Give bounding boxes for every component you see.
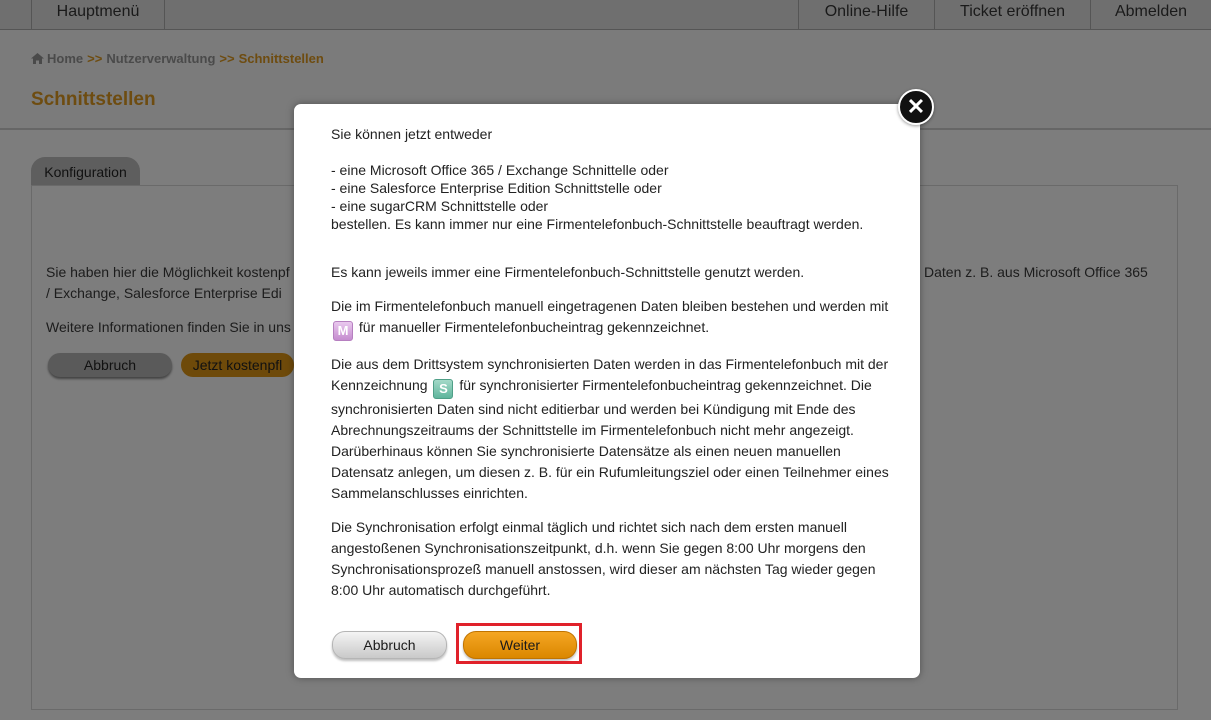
top-navigation-bar: Hauptmenü Online-Hilfe Ticket eröffnen A… [0,0,1211,30]
sync-entries-paragraph: Die aus dem Drittsystem synchronisierten… [331,354,891,504]
breadcrumb-users[interactable]: Nutzerverwaltung [106,51,215,66]
interface-order-dialog: Sie können jetzt entweder - eine Microso… [294,104,920,678]
next-button-highlight [456,623,582,664]
home-icon [31,53,44,64]
logout-link[interactable]: Abmelden [1090,0,1211,29]
breadcrumb-current: Schnittstellen [238,51,324,66]
option-list-item: - eine sugarCRM Schnittstelle oder [331,198,549,214]
breadcrumb-separator: >> [87,51,103,66]
info-text-line: Weitere Informationen finden Sie in uns [46,319,291,335]
manual-entries-paragraph: Die im Firmentelefonbuch manuell eingetr… [331,296,891,341]
manual-entry-badge-icon: M [333,321,353,341]
intro-text-line: / Exchange, Salesforce Enterprise Edi [46,285,282,301]
option-list-item: - eine Microsoft Office 365 / Exchange S… [331,162,669,178]
sync-entry-badge-icon: S [433,379,454,399]
breadcrumb: Home >> Nutzerverwaltung >> Schnittstellen [31,51,324,66]
cancel-button[interactable]: Abbruch [332,631,447,659]
option-list-item: - eine Salesforce Enterprise Edition Sch… [331,180,662,196]
sync-schedule-paragraph: Die Synchronisation erfolgt einmal tägli… [331,519,876,598]
main-menu-link[interactable]: Hauptmenü [31,0,165,29]
cancel-button-background[interactable]: Abbruch [48,353,172,377]
intro-text-line: Sie haben hier die Möglichkeit kostenpf [46,264,290,280]
single-interface-note: Es kann jeweils immer eine Firmentelefon… [331,264,805,280]
dialog-content: Sie können jetzt entweder - eine Microso… [331,124,891,601]
dialog-intro: Sie können jetzt entweder [331,126,493,142]
intro-text-line: Daten z. B. aus Microsoft Office 365 [924,264,1148,280]
order-button-background[interactable]: Jetzt kostenpfl [181,353,294,377]
order-note: bestellen. Es kann immer nur eine Firmen… [331,216,864,232]
breadcrumb-separator: >> [219,51,235,66]
manual-text-end: für manueller Firmentelefonbucheintrag g… [358,319,710,335]
manual-text-start: Die im Firmentelefonbuch manuell eingetr… [331,298,889,314]
open-ticket-link[interactable]: Ticket eröffnen [934,0,1091,29]
online-help-link[interactable]: Online-Hilfe [798,0,935,29]
breadcrumb-home[interactable]: Home [47,51,83,66]
sync-text-end: für synchronisierter Firmentelefonbuchei… [331,377,889,501]
close-icon[interactable]: ✕ [898,89,934,125]
tab-configuration[interactable]: Konfiguration [31,157,140,186]
page-title: Schnittstellen [31,89,156,110]
